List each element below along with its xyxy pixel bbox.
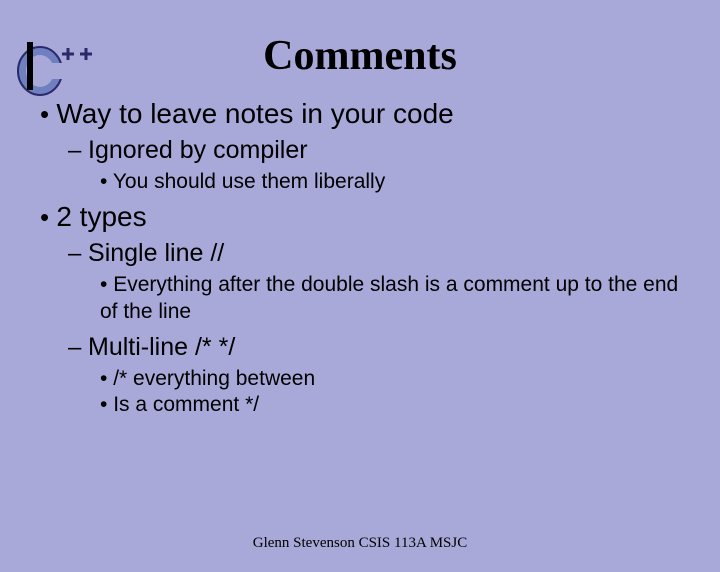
bullet-text: You should use them liberally [113, 170, 385, 193]
bullet-text: Is a comment */ [113, 393, 259, 416]
bullet-text: Everything after the double slash is a c… [100, 273, 678, 322]
bullet-text: Way to leave notes in your code [56, 98, 453, 129]
bullet-level3: Is a comment */ [100, 392, 680, 418]
bullet-level1: Way to leave notes in your code Ignored … [40, 98, 680, 195]
cpp-logo-icon [12, 38, 92, 98]
bullet-level2: Single line // Everything after the doub… [68, 237, 680, 325]
slide-footer: Glenn Stevenson CSIS 113A MSJC [0, 535, 720, 552]
bullet-level2: Ignored by compiler You should use them … [68, 134, 680, 195]
bullet-text: Single line // [88, 239, 224, 267]
bullet-level3: Everything after the double slash is a c… [100, 272, 680, 325]
bullet-text: /* everything between [113, 367, 315, 390]
slide-title: Comments [0, 32, 720, 80]
bullet-level1: 2 types Single line // Everything after … [40, 201, 680, 418]
bullet-text: Ignored by compiler [88, 136, 308, 164]
bullet-text: Multi-line /* */ [88, 333, 235, 361]
bullet-level2: Multi-line /* */ /* everything between I… [68, 331, 680, 419]
slide-body: Way to leave notes in your code Ignored … [0, 98, 720, 418]
bullet-text: 2 types [56, 201, 146, 232]
bullet-level3: You should use them liberally [100, 169, 680, 195]
bullet-level3: /* everything between [100, 366, 680, 392]
